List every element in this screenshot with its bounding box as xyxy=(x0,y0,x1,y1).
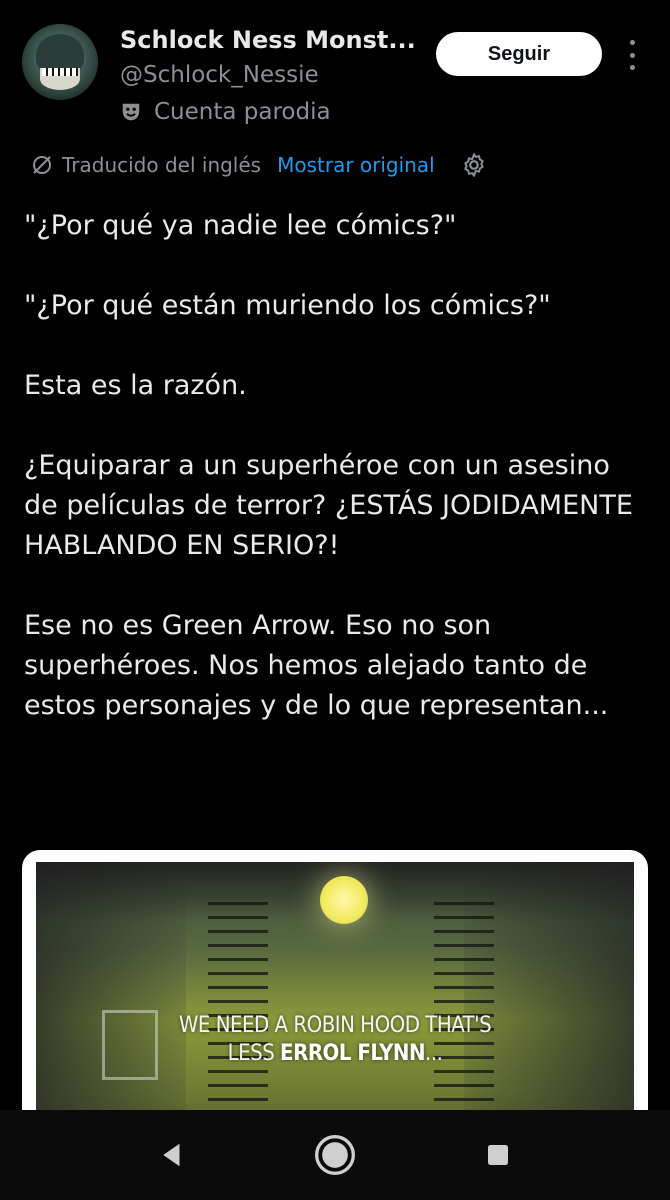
author-name[interactable]: Schlock Ness Monst... xyxy=(120,26,416,54)
show-original-link[interactable]: Mostrar original xyxy=(277,153,435,177)
more-vertical-icon[interactable] xyxy=(624,40,640,70)
recents-button[interactable] xyxy=(470,1127,526,1183)
translation-row: Traducido del inglés Mostrar original xyxy=(30,150,487,180)
tweet-paragraph: ¿Equiparar a un superhéroe con un asesin… xyxy=(24,450,633,561)
caption-prefix: LESS xyxy=(227,1041,281,1066)
tweet-paragraph: Esta es la razón. xyxy=(24,370,247,401)
system-navigation-bar xyxy=(0,1110,670,1200)
recents-icon xyxy=(488,1145,509,1165)
comic-caption-line2: LESS ERROL FLYNN... xyxy=(36,1040,634,1068)
theater-mask-icon xyxy=(122,103,140,121)
translation-label: Traducido del inglés xyxy=(62,153,262,177)
parody-label-text: Cuenta parodia xyxy=(154,99,331,125)
avatar[interactable] xyxy=(22,24,98,100)
back-icon xyxy=(162,1143,180,1167)
tweet-paragraph: Ese no es Green Arrow. Eso no son superh… xyxy=(24,610,609,721)
comic-panel-image[interactable]: WE NEED A ROBIN HOOD THAT'S LESS ERROL F… xyxy=(36,862,634,1150)
tweet-header: Schlock Ness Monst... @Schlock_Nessie Cu… xyxy=(0,0,670,140)
caption-bold: ERROL FLYNN xyxy=(280,1041,426,1066)
tweet-media[interactable]: WE NEED A ROBIN HOOD THAT'S LESS ERROL F… xyxy=(22,850,648,1150)
moon xyxy=(320,876,368,924)
gear-icon[interactable] xyxy=(461,152,487,178)
tweet-paragraph: "¿Por qué están muriendo los cómics?" xyxy=(24,290,551,321)
avatar-monster-teeth xyxy=(42,68,78,76)
caption-suffix: ... xyxy=(425,1041,443,1066)
author-handle[interactable]: @Schlock_Nessie xyxy=(120,62,319,88)
back-button[interactable] xyxy=(144,1127,200,1183)
tweet-text: "¿Por qué ya nadie lee cómics?" "¿Por qu… xyxy=(24,206,644,726)
tweet-paragraph: "¿Por qué ya nadie lee cómics?" xyxy=(24,210,457,241)
translate-icon xyxy=(33,156,51,174)
home-button[interactable] xyxy=(307,1127,363,1183)
home-icon xyxy=(315,1135,355,1175)
parody-label: Cuenta parodia xyxy=(120,99,331,125)
comic-caption: WE NEED A ROBIN HOOD THAT'S LESS ERROL F… xyxy=(36,1012,634,1068)
comic-caption-line1: WE NEED A ROBIN HOOD THAT'S xyxy=(178,1013,492,1038)
follow-button[interactable]: Seguir xyxy=(436,32,602,76)
